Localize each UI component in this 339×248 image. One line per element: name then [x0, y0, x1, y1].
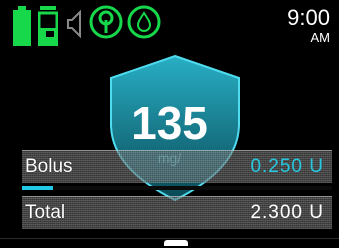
- total-label: Total: [25, 202, 66, 223]
- glucose-units: mg/: [157, 150, 182, 166]
- clock: 9:00 AM: [287, 5, 331, 45]
- glucose-value: 135: [131, 97, 208, 149]
- drop-icon: [127, 5, 161, 44]
- clock-ampm: AM: [310, 30, 331, 45]
- status-bar: 9:00 AM: [0, 0, 339, 52]
- total-value: 2.300 U: [250, 202, 324, 223]
- cgm-antenna-icon: [89, 5, 123, 44]
- insulin-cartridge-icon: [37, 6, 59, 51]
- menu-handle[interactable]: [164, 240, 188, 246]
- battery-icon: [13, 6, 31, 51]
- bolus-progress-fill: [22, 186, 53, 190]
- bolus-progress-bar: [22, 186, 332, 190]
- total-row: Total 2.300 U: [22, 196, 332, 229]
- speaker-muted-icon: [67, 9, 83, 43]
- clock-time: 9:00: [287, 5, 330, 30]
- pump-home-screen: 9:00 AM 135 Bolus 0.250 U mg/ Total 2.30…: [0, 0, 339, 248]
